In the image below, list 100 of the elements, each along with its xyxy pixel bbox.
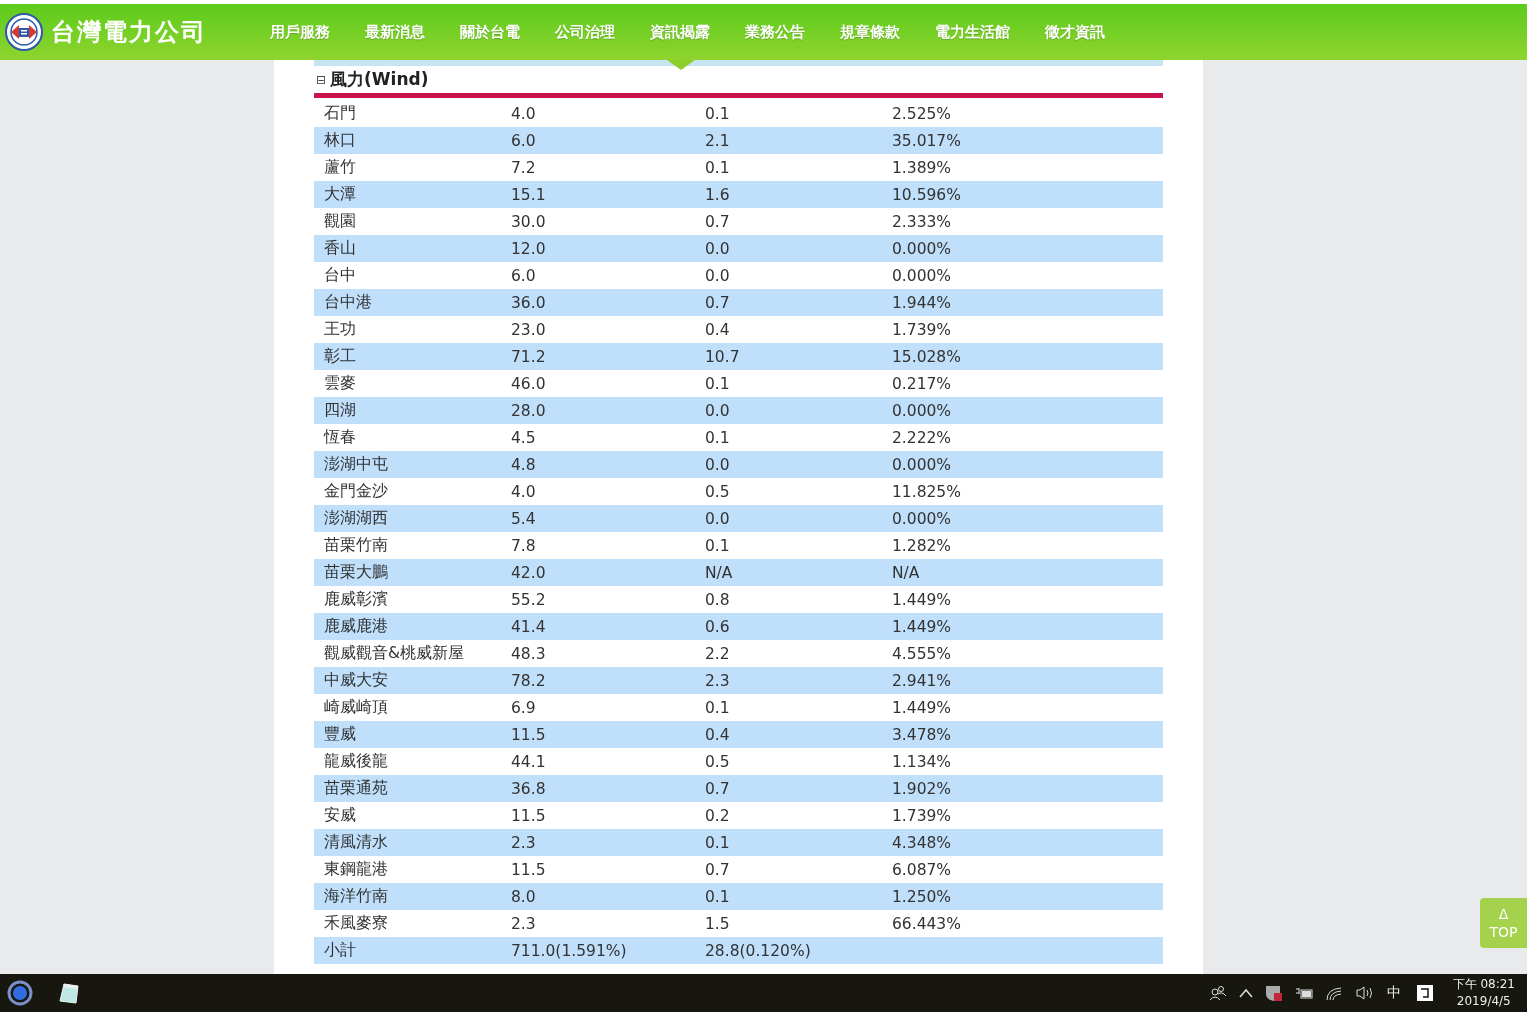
table-cell-text: 12.0: [511, 239, 547, 258]
wifi-icon[interactable]: [1324, 985, 1343, 1001]
table-cell-text: 711.0(1.591%): [511, 941, 628, 960]
table-cell-text: 4.0: [511, 104, 537, 123]
table-cell-text: 28.8(0.120%): [705, 941, 812, 960]
table-cell-text: 30.0: [511, 212, 547, 231]
table-cell-text: 6.0: [511, 266, 537, 285]
table-cell-text: 0.000%: [892, 455, 953, 474]
table-cell-text: 46.0: [511, 374, 547, 393]
table-cell-text: 0.7: [705, 779, 731, 798]
table-cell-text: 11.5: [511, 806, 547, 825]
globe-icon[interactable]: [7, 980, 33, 1006]
table-cell-text: 0.7: [705, 212, 731, 231]
table-cell-text: 2.525%: [892, 104, 953, 123]
table-cell-text: 2.1: [705, 131, 731, 150]
chevron-up-icon[interactable]: [1238, 988, 1253, 998]
table-cell-text: 11.5: [511, 725, 547, 744]
table-cell-text: 豐威: [324, 724, 357, 745]
table-cell-text: N/A: [892, 563, 921, 582]
table-cell-text: 1.449%: [892, 590, 953, 609]
nav-link[interactable]: 徵才資訊: [1030, 4, 1122, 70]
table-cell-text: 0.4: [705, 725, 731, 744]
nav-link[interactable]: 業務公告: [730, 4, 822, 70]
table-cell-text: 1.449%: [892, 617, 953, 636]
table-cell-text: 鹿威彰濱: [324, 589, 389, 610]
nav-link[interactable]: 關於台電: [445, 4, 537, 70]
nav-link[interactable]: 最新消息: [350, 4, 442, 70]
table-cell-text: 6.0: [511, 131, 537, 150]
table-cell-text: 0.0: [705, 455, 731, 474]
table-cell-text: 42.0: [511, 563, 547, 582]
collapse-toggle[interactable]: ⊟: [316, 72, 327, 87]
nav-link[interactable]: 公司治理: [540, 4, 632, 70]
table-cell-text: 0.1: [705, 698, 731, 717]
input-method-indicator[interactable]: 中: [1386, 984, 1401, 1002]
logo-text[interactable]: 台灣電力公司: [51, 16, 207, 48]
table-cell-text: 台中: [324, 265, 357, 286]
people-icon[interactable]: [1208, 985, 1227, 1001]
table-cell-text: 0.0: [705, 509, 731, 528]
table-cell-text: 海洋竹南: [324, 886, 389, 907]
table-cell-text: 石門: [324, 103, 357, 124]
nav-link[interactable]: 電力生活館: [920, 4, 1027, 70]
clock-time[interactable]: 下午 08:21: [1452, 976, 1515, 993]
table-cell-text: 44.1: [511, 752, 547, 771]
speaker-icon[interactable]: [1354, 985, 1375, 1001]
table-cell-text: 0.0: [705, 401, 731, 420]
table-cell-text: 0.1: [705, 887, 731, 906]
table-cell-text: 林口: [324, 130, 357, 151]
table-cell-text: 7.2: [511, 158, 537, 177]
table-cell-text: N/A: [705, 563, 734, 582]
table-cell-text: 1.250%: [892, 887, 953, 906]
table-cell-text: 0.8: [705, 590, 731, 609]
table-cell-text: 1.902%: [892, 779, 953, 798]
table-cell-text: 1.449%: [892, 698, 953, 717]
back-to-top-button[interactable]: Δ TOP: [1480, 898, 1527, 948]
table-cell-text: 11.5: [511, 860, 547, 879]
table-cell-text: 大潭: [324, 184, 357, 205]
table-cell-text: 0.1: [705, 833, 731, 852]
table-cell-text: 7.8: [511, 536, 537, 555]
table-cell-text: 台中港: [324, 292, 373, 313]
table-cell-text: 1.739%: [892, 806, 953, 825]
table-cell-text: 1.944%: [892, 293, 953, 312]
table-cell-text: 0.6: [705, 617, 731, 636]
table-cell-text: 4.555%: [892, 644, 953, 663]
table-cell-text: 苗栗竹南: [324, 535, 389, 556]
table-cell-text: 0.000%: [892, 509, 953, 528]
table-cell-text: 香山: [324, 238, 357, 259]
nav-link[interactable]: 規章條款: [825, 4, 917, 70]
table-cell-text: 雲麥: [324, 373, 357, 394]
notepad-icon[interactable]: [56, 980, 82, 1006]
table-cell-text: 2.3: [511, 914, 537, 933]
table-cell-text: 2.3: [511, 833, 537, 852]
logo-icon[interactable]: [5, 13, 43, 51]
table-cell-text: 2.3: [705, 671, 731, 690]
table-cell-text: 0.7: [705, 860, 731, 879]
table-cell-text: 1.134%: [892, 752, 953, 771]
table-cell-text: 4.0: [511, 482, 537, 501]
table-cell-text: 澎湖湖西: [324, 508, 389, 529]
table-cell-text: 0.000%: [892, 266, 953, 285]
table-cell-text: 苗栗大鵬: [324, 562, 389, 583]
table-cell-text: 0.1: [705, 158, 731, 177]
battery-plug-icon[interactable]: [1294, 986, 1313, 1000]
notification-icon[interactable]: [1416, 985, 1433, 1001]
shield-icon[interactable]: [1264, 984, 1283, 1002]
table-cell-text: 15.028%: [892, 347, 962, 366]
table-cell-text: 36.8: [511, 779, 547, 798]
table-cell-text: 0.217%: [892, 374, 953, 393]
table-cell-text: 0.000%: [892, 239, 953, 258]
table-cell-text: 6.9: [511, 698, 537, 717]
section-title: 風力(Wind): [330, 68, 429, 91]
table-cell-text: 35.017%: [892, 131, 962, 150]
table-cell-text: 2.222%: [892, 428, 953, 447]
nav-link[interactable]: 資訊揭露: [635, 4, 727, 70]
nav-link[interactable]: 用戶服務: [255, 4, 347, 70]
table-cell-text: 鹿威鹿港: [324, 616, 389, 637]
table-cell-text: 78.2: [511, 671, 547, 690]
table-cell-text: 0.1: [705, 536, 731, 555]
table-cell-text: 澎湖中屯: [324, 454, 389, 475]
table-cell-text: 6.087%: [892, 860, 953, 879]
clock-date[interactable]: 2019/4/5: [1456, 993, 1511, 1010]
table-cell-text: 66.443%: [892, 914, 962, 933]
